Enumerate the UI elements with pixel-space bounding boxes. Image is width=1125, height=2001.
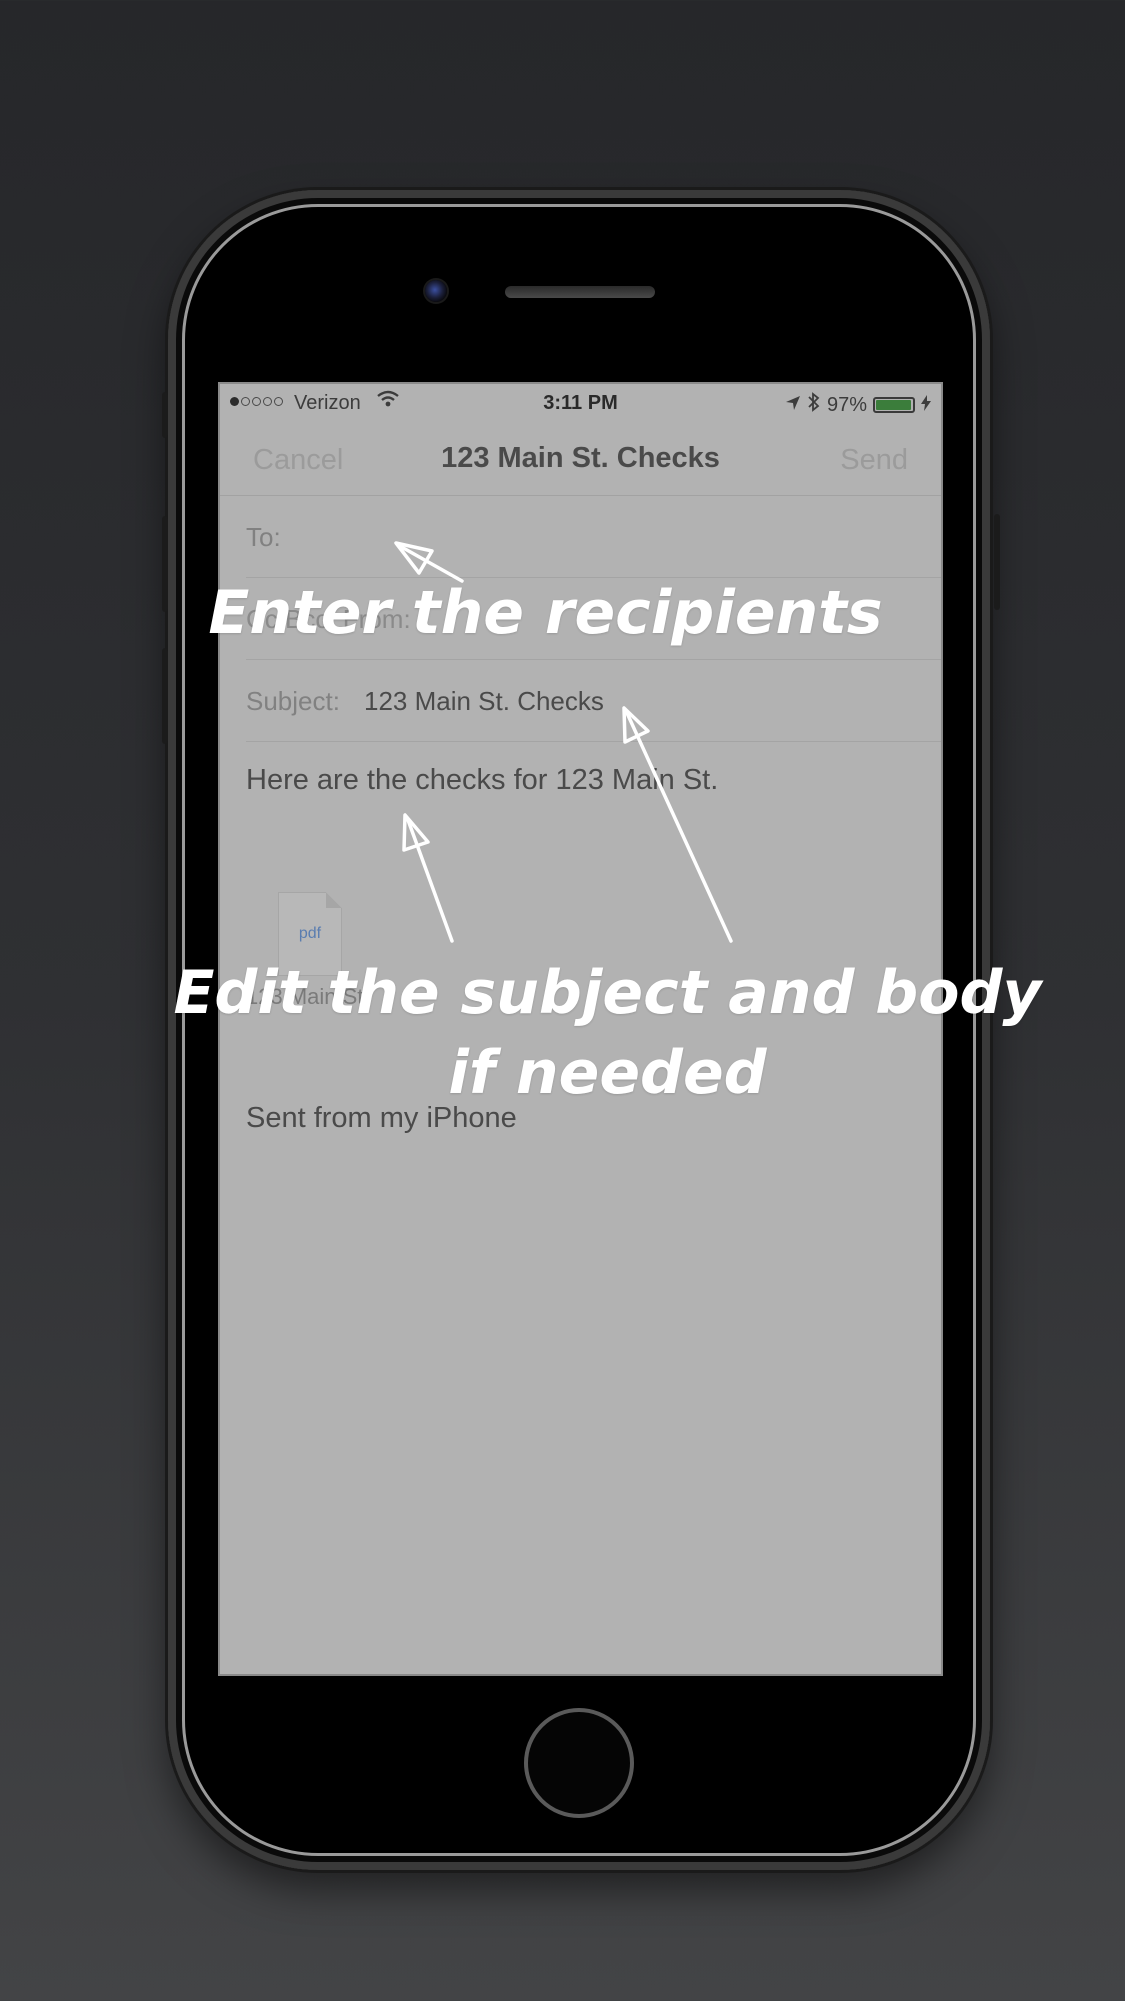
volume-down-button <box>162 648 168 744</box>
attachment-extension: pdf <box>298 925 322 942</box>
mute-switch <box>162 392 168 438</box>
battery-icon <box>873 397 915 413</box>
send-button[interactable]: Send <box>840 444 908 477</box>
annotation-edit-subject-line2: if needed <box>448 1038 767 1108</box>
to-field[interactable]: To: <box>246 496 941 578</box>
mail-compose-screen: Verizon 3:11 PM 97% Cancel 123 Main St. … <box>218 382 943 1676</box>
subject-input[interactable]: 123 Main St. Checks <box>364 686 604 717</box>
bluetooth-icon <box>807 392 821 418</box>
body-text[interactable]: Here are the checks for 123 Main St. <box>246 764 718 797</box>
right-status-group: 97% <box>785 392 931 418</box>
earpiece-speaker <box>505 286 655 298</box>
charging-bolt-icon <box>921 394 931 417</box>
front-camera <box>425 280 447 302</box>
location-arrow-icon <box>785 394 801 417</box>
compose-title: 123 Main St. Checks <box>441 442 720 474</box>
compose-nav-bar: Cancel 123 Main St. Checks Send <box>220 420 941 496</box>
status-bar: Verizon 3:11 PM 97% <box>220 384 941 420</box>
battery-percent: 97% <box>826 393 867 416</box>
annotation-enter-recipients: Enter the recipients <box>208 578 883 648</box>
subject-field[interactable]: Subject: 123 Main St. Checks <box>246 660 941 742</box>
to-label: To: <box>246 522 281 552</box>
subject-label: Subject: <box>246 686 340 716</box>
annotation-edit-subject-line1: Edit the subject and body <box>173 958 1042 1028</box>
home-button[interactable] <box>524 1708 634 1818</box>
